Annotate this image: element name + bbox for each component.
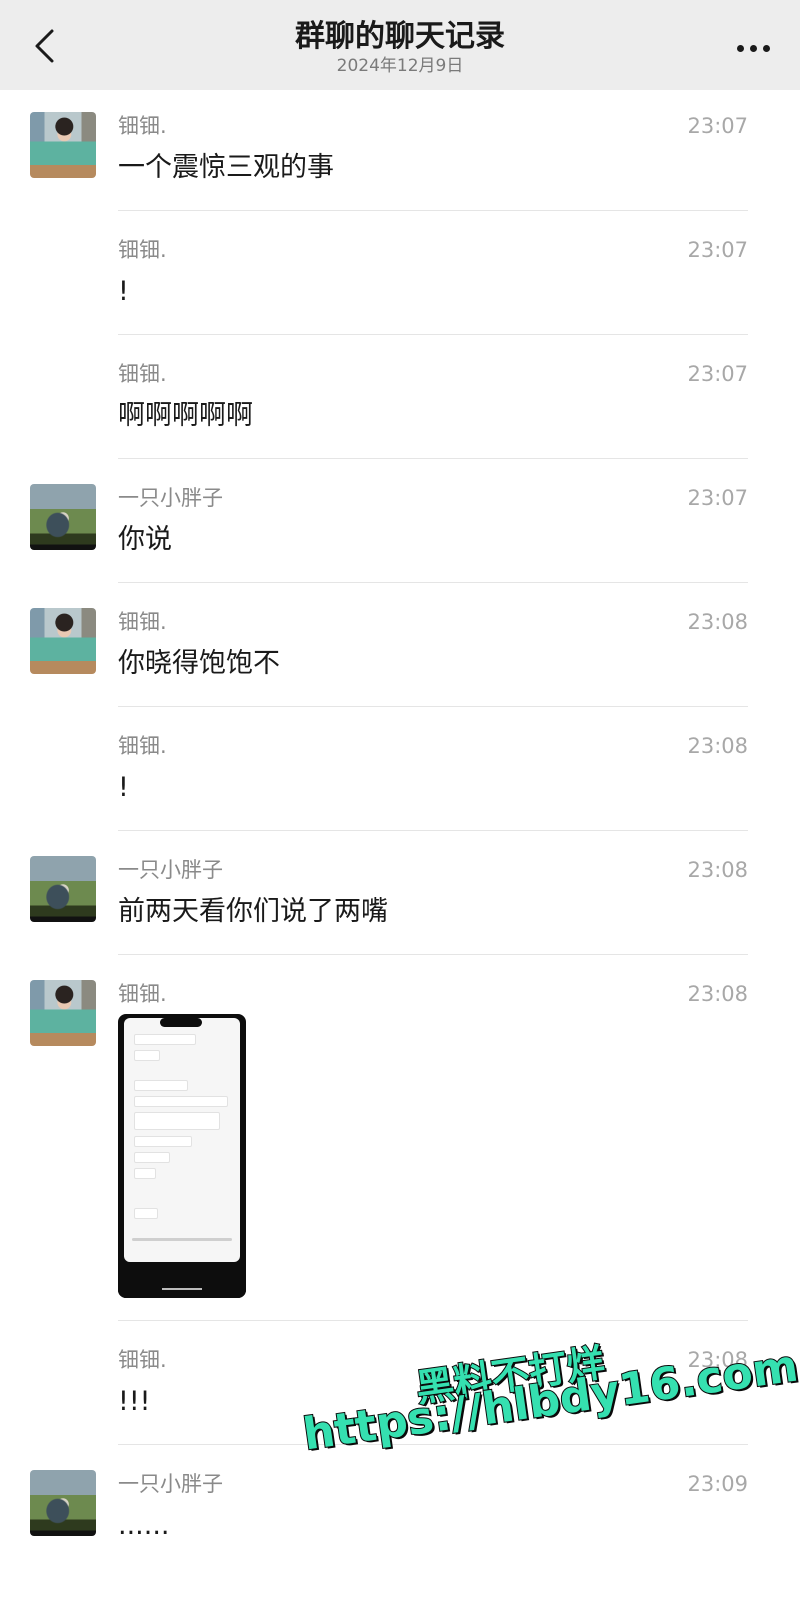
sender-name: 钿钿. [118, 982, 167, 1006]
sender-name: 钿钿. [118, 734, 167, 758]
thumb-bubble [134, 1034, 196, 1045]
sender-name: 钿钿. [118, 362, 167, 386]
user-avatar[interactable] [30, 112, 96, 178]
thumb-bubble [134, 1152, 170, 1163]
thumb-bar [132, 1238, 232, 1241]
message-divider [118, 954, 748, 955]
thumb-bubble [134, 1096, 228, 1107]
user-avatar[interactable] [30, 608, 96, 674]
message-text: 啊啊啊啊啊 [118, 400, 253, 431]
more-dot [762, 44, 770, 52]
more-dot [749, 44, 757, 52]
message-text: !!! [118, 1386, 151, 1417]
message-text: ...... [118, 1510, 170, 1541]
user-avatar[interactable] [30, 980, 96, 1046]
message-divider [118, 830, 748, 831]
sender-name: 钿钿. [118, 238, 167, 262]
home-indicator [162, 1288, 202, 1290]
thumb-bubble [134, 1050, 160, 1061]
message-text: 一个震惊三观的事 [118, 152, 334, 183]
message-time: 23:07 [687, 114, 748, 138]
message-divider [118, 210, 748, 211]
user-avatar[interactable] [30, 856, 96, 922]
thumb-bubble [134, 1112, 220, 1130]
page-date: 2024年12月9日 [336, 56, 464, 76]
user-avatar[interactable] [30, 484, 96, 550]
sender-name: 一只小胖子 [118, 1472, 223, 1496]
message-text: 你说 [118, 524, 172, 555]
sender-name: 钿钿. [118, 610, 167, 634]
message-text: ! [118, 772, 129, 803]
sender-name: 钿钿. [118, 114, 167, 138]
message-time: 23:07 [687, 486, 748, 510]
message-time: 23:09 [687, 1472, 748, 1496]
message-time: 23:08 [687, 734, 748, 758]
message-text: 前两天看你们说了两嘴 [118, 896, 388, 927]
message-time: 23:07 [687, 362, 748, 386]
sender-name: 一只小胖子 [118, 486, 223, 510]
phone-notch [160, 1018, 202, 1027]
more-dots-icon [736, 44, 744, 52]
message-divider [118, 334, 748, 335]
user-avatar[interactable] [30, 1470, 96, 1536]
thumb-bubble [134, 1208, 158, 1219]
screenshot-screen [124, 1018, 240, 1262]
image-message-thumbnail[interactable] [118, 1014, 246, 1298]
message-divider [118, 1320, 748, 1321]
page-title: 群聊的聊天记录 [295, 19, 505, 54]
message-time: 23:08 [687, 610, 748, 634]
message-divider [118, 706, 748, 707]
message-text: 你晓得饱饱不 [118, 648, 280, 679]
message-divider [118, 458, 748, 459]
thumb-bubble [134, 1080, 188, 1091]
thumb-bubble [134, 1168, 156, 1179]
message-divider [118, 1444, 748, 1445]
message-time: 23:08 [687, 858, 748, 882]
top-bar: 群聊的聊天记录 2024年12月9日 [0, 0, 800, 90]
sender-name: 一只小胖子 [118, 858, 223, 882]
message-divider [118, 582, 748, 583]
message-time: 23:08 [687, 982, 748, 1006]
message-time: 23:07 [687, 238, 748, 262]
more-button[interactable] [728, 30, 778, 66]
thumb-bottom-bar [118, 1262, 246, 1298]
thumb-bubble [134, 1136, 192, 1147]
message-text: ! [118, 276, 129, 307]
sender-name: 钿钿. [118, 1348, 167, 1372]
